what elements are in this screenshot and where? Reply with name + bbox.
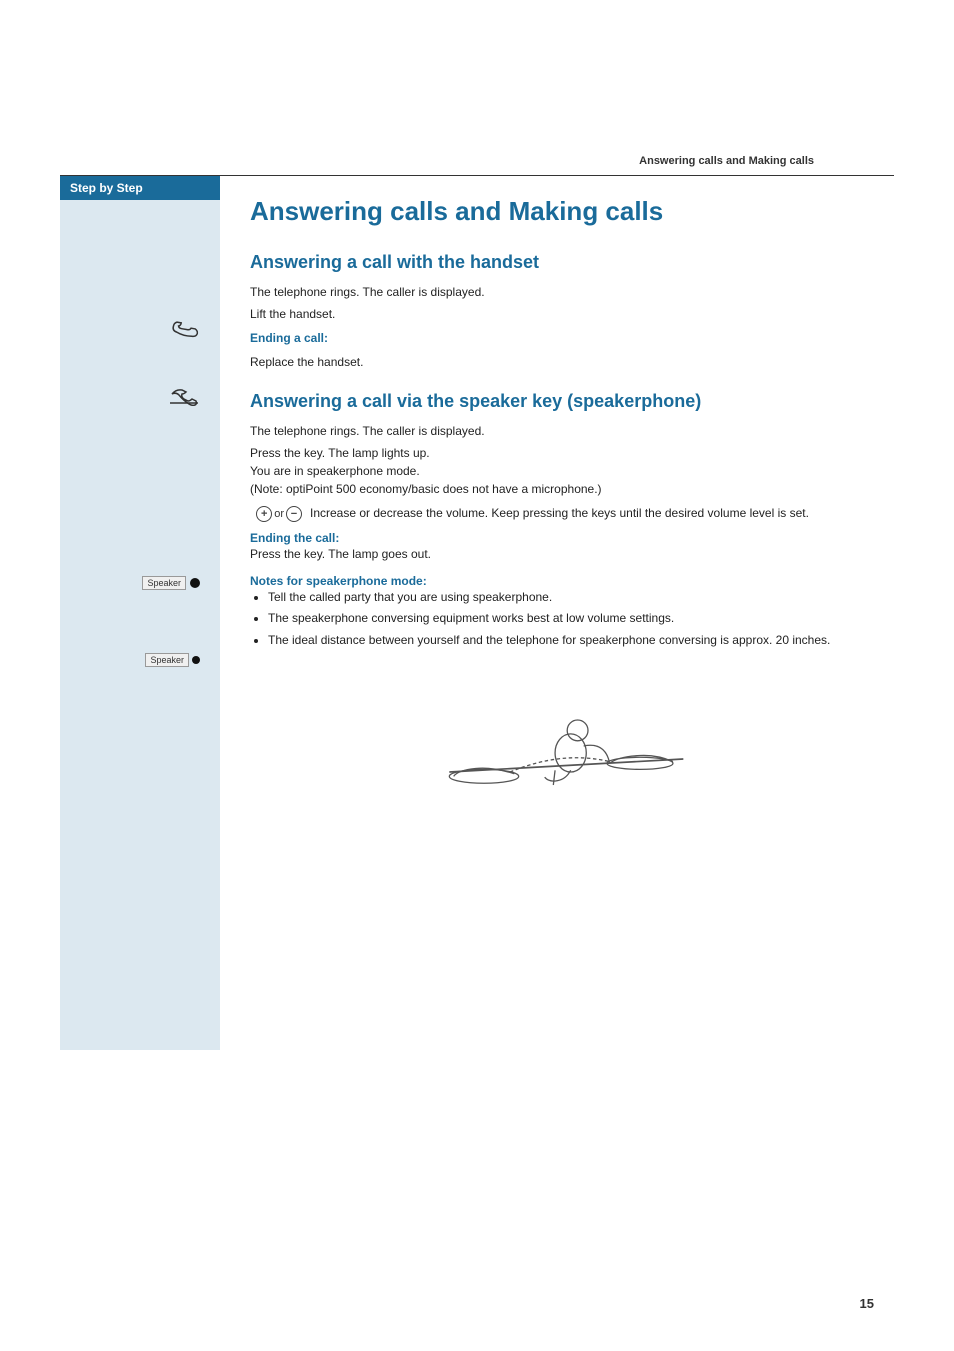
minus-icon: − xyxy=(286,506,302,522)
section2-title: Answering a call via the speaker key (sp… xyxy=(250,391,874,412)
speaker-dot-2 xyxy=(192,656,200,664)
speaker-step3-text: Press the key. The lamp goes out. xyxy=(250,545,874,563)
note-item-2: The ideal distance between yourself and … xyxy=(268,631,874,650)
notes-heading-row: Notes for speakerphone mode: xyxy=(250,573,874,588)
page-number: 15 xyxy=(860,1296,874,1311)
note-item-0: Tell the called party that you are using… xyxy=(268,588,874,607)
volume-step-text: Increase or decrease the volume. Keep pr… xyxy=(310,504,874,522)
speakerphone-svg xyxy=(432,668,692,798)
sidebar: Step by Step xyxy=(60,176,220,1050)
speaker-button-row-2: Speaker xyxy=(70,649,210,671)
ending-call-label: Ending a call: xyxy=(250,331,328,345)
speaker-step1-row: Press the key. The lamp lights up. You a… xyxy=(250,444,874,498)
main-layout: Step by Step xyxy=(60,176,894,1050)
step2-text: Replace the handset. xyxy=(250,353,874,371)
step1-row: Lift the handset. xyxy=(250,305,874,323)
or-text: or xyxy=(274,508,284,520)
speaker-button-1[interactable]: Speaker xyxy=(142,576,186,590)
page-title: Answering calls and Making calls xyxy=(250,196,874,227)
step2-row: Replace the handset. xyxy=(250,353,874,371)
speaker-dot-1 xyxy=(190,578,200,588)
speaker-step3-row: Press the key. The lamp goes out. xyxy=(250,545,874,563)
ending-call-2-label: Ending the call: xyxy=(250,531,339,545)
note-item-1: The speakerphone conversing equipment wo… xyxy=(268,609,874,628)
volume-icons: + or − xyxy=(250,504,310,522)
replace-handset-icon xyxy=(168,386,200,406)
section1-intro: The telephone rings. The caller is displ… xyxy=(250,283,874,301)
speaker-step1-text: Press the key. The lamp lights up. You a… xyxy=(250,444,874,498)
lift-handset-icon xyxy=(170,316,200,344)
speaker-button-2[interactable]: Speaker xyxy=(145,653,189,667)
page-header: Answering calls and Making calls xyxy=(60,0,894,176)
replace-handset-icon-area xyxy=(70,380,210,412)
ending-call-2-row: Ending the call: xyxy=(250,530,874,545)
ending-call-row: Ending a call: xyxy=(250,329,874,347)
speakerphone-illustration xyxy=(250,668,874,798)
main-content: Answering calls and Making calls Answeri… xyxy=(220,176,894,1050)
notes-label: Notes for speakerphone mode: xyxy=(250,574,427,588)
speaker-button-row-1: Speaker xyxy=(70,572,210,594)
volume-step-row: + or − Increase or decrease the volume. … xyxy=(250,504,874,522)
section1-title: Answering a call with the handset xyxy=(250,252,874,273)
step-by-step-label: Step by Step xyxy=(60,176,220,200)
step1-text: Lift the handset. xyxy=(250,305,874,323)
sidebar-content: Speaker Speaker xyxy=(60,200,220,1050)
section2-intro: The telephone rings. The caller is displ… xyxy=(250,422,874,440)
header-title: Answering calls and Making calls xyxy=(639,155,814,167)
plus-icon: + xyxy=(256,506,272,522)
notes-list: Tell the called party that you are using… xyxy=(268,588,874,650)
lift-handset-icon-area xyxy=(70,310,210,350)
